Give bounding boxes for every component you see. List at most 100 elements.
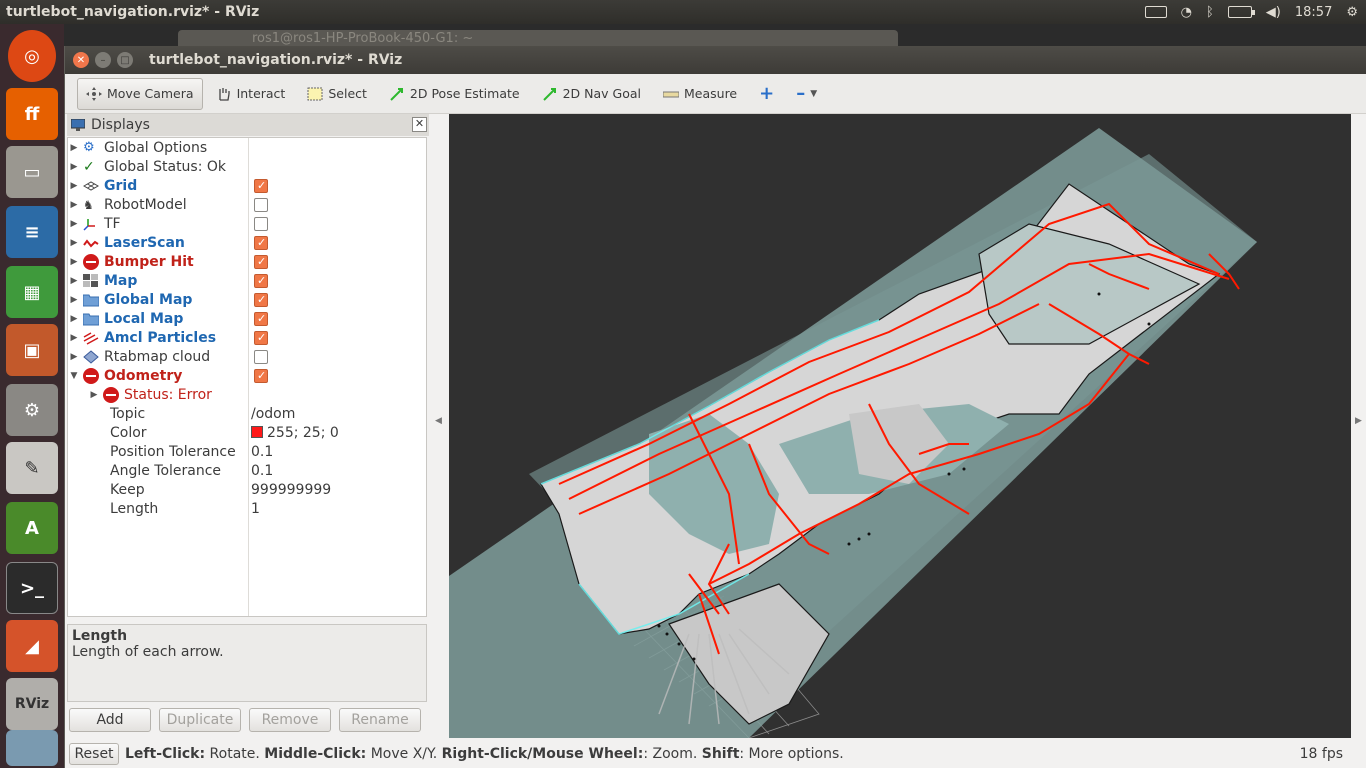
enable-checkbox[interactable] [254, 235, 268, 250]
property-row-color[interactable]: Color 255; 25; 0 [68, 423, 426, 442]
expand-arrow-icon[interactable]: ▶ [68, 200, 80, 210]
system-settings-icon[interactable]: ⚙ [6, 384, 58, 436]
display-item-rtabmap-cloud[interactable]: ▶ Rtabmap cloud [68, 347, 426, 366]
close-panel-button[interactable]: ✕ [412, 117, 427, 132]
enable-checkbox[interactable] [254, 254, 268, 269]
enable-checkbox[interactable] [254, 311, 268, 326]
power-gear-icon[interactable]: ⚙ [1346, 5, 1358, 20]
rviz-icon[interactable]: RViz [6, 678, 58, 730]
collapse-arrow-icon[interactable]: ▼ [68, 371, 80, 381]
display-item-global-options[interactable]: ▶ ⚙ Global Options [68, 138, 426, 157]
text-editor-icon[interactable]: ✎ [6, 442, 58, 494]
property-row-topic[interactable]: Topic /odom [68, 404, 426, 423]
property-value[interactable]: 0.1 [251, 444, 273, 460]
folder-icon [83, 313, 99, 325]
duplicate-display-button[interactable]: Duplicate [159, 708, 241, 732]
display-item-global-map[interactable]: ▶ Global Map [68, 290, 426, 309]
minimize-button[interactable]: – [95, 52, 111, 68]
expand-arrow-icon[interactable]: ▶ [68, 352, 80, 362]
enable-checkbox[interactable] [254, 197, 268, 212]
enable-checkbox[interactable] [254, 368, 268, 383]
render-viewport-3d[interactable] [449, 114, 1351, 738]
add-tool-button[interactable]: + [750, 78, 783, 110]
tool-move-camera[interactable]: Move Camera [77, 77, 203, 110]
property-value[interactable]: 999999999 [251, 482, 331, 498]
enable-checkbox[interactable] [254, 273, 268, 288]
display-item-grid[interactable]: ▶ Grid [68, 176, 426, 195]
expand-arrow-icon[interactable]: ▶ [88, 390, 100, 400]
right-panel-splitter[interactable]: ▶ [1351, 114, 1366, 738]
display-item-bumper-hit[interactable]: ▶ Bumper Hit [68, 252, 426, 271]
writer-icon[interactable]: ≡ [6, 206, 58, 258]
software-updater-icon[interactable]: A [6, 502, 58, 554]
expand-arrow-icon[interactable]: ▶ [68, 181, 80, 191]
enable-checkbox[interactable] [254, 292, 268, 307]
enable-checkbox[interactable] [254, 349, 268, 364]
expand-arrow-icon[interactable]: ▶ [68, 276, 80, 286]
keyboard-icon[interactable] [1144, 6, 1167, 18]
expand-arrow-icon[interactable]: ▶ [68, 238, 80, 248]
maximize-button[interactable]: □ [117, 52, 133, 68]
display-item-label: Global Map [104, 291, 193, 308]
expand-arrow-icon[interactable]: ▶ [68, 162, 80, 172]
status-bar: Reset Left-Click: Rotate. Middle-Click: … [65, 740, 1366, 768]
left-panel-splitter[interactable]: ◀ [431, 114, 449, 738]
color-swatch[interactable] [251, 425, 263, 438]
wifi-icon[interactable]: ◔ [1181, 5, 1192, 20]
rename-display-button[interactable]: Rename [339, 708, 421, 732]
enable-checkbox[interactable] [254, 330, 268, 345]
display-item-map[interactable]: ▶ Map [68, 271, 426, 290]
tool-2d-nav-goal[interactable]: 2D Nav Goal [533, 78, 650, 110]
clock[interactable]: 18:57 [1295, 5, 1332, 20]
expand-arrow-icon[interactable]: ▶ [68, 314, 80, 324]
tool-interact[interactable]: Interact [207, 78, 295, 110]
calc-icon[interactable]: ▦ [6, 266, 58, 318]
odometry-status-row[interactable]: ▶ Status: Error [68, 385, 426, 404]
property-row-angle-tolerance[interactable]: Angle Tolerance 0.1 [68, 461, 426, 480]
display-item-local-map[interactable]: ▶ Local Map [68, 309, 426, 328]
enable-checkbox[interactable] [254, 178, 268, 193]
enable-checkbox[interactable] [254, 216, 268, 231]
expand-arrow-icon[interactable]: ▶ [68, 333, 80, 343]
battery-icon[interactable] [1227, 6, 1255, 18]
bluetooth-icon[interactable]: ᛒ [1206, 5, 1214, 20]
display-item-global-status[interactable]: ▶ ✓ Global Status: Ok [68, 157, 426, 176]
expand-arrow-icon[interactable]: ▶ [68, 143, 80, 153]
tool-2d-pose-estimate[interactable]: 2D Pose Estimate [380, 78, 529, 110]
reset-button[interactable]: Reset [69, 743, 119, 765]
collapse-left-arrow-icon[interactable]: ◀ [435, 416, 442, 426]
display-item-robotmodel[interactable]: ▶ ♞ RobotModel [68, 195, 426, 214]
unity-launcher: ◎ ff ▭ ≡ ▦ ▣ ⚙ ✎ A >_ ◢ RViz [0, 24, 64, 768]
property-value[interactable]: /odom [251, 406, 295, 422]
expand-arrow-icon[interactable]: ▶ [68, 295, 80, 305]
expand-arrow-icon[interactable]: ▶ [68, 257, 80, 267]
collapse-right-arrow-icon[interactable]: ▶ [1355, 416, 1362, 426]
tool-select[interactable]: Select [298, 78, 376, 110]
display-item-laserscan[interactable]: ▶ LaserScan [68, 233, 426, 252]
display-item-amcl-particles[interactable]: ▶ Amcl Particles [68, 328, 426, 347]
property-row-length[interactable]: Length 1 [68, 499, 426, 518]
property-row-keep[interactable]: Keep 999999999 [68, 480, 426, 499]
property-value-color[interactable]: 255; 25; 0 [251, 425, 339, 441]
terminal-icon[interactable]: >_ [6, 562, 58, 614]
display-item-tf[interactable]: ▶ TF [68, 214, 426, 233]
impress-icon[interactable]: ▣ [6, 324, 58, 376]
window-title-bar[interactable]: ✕ – □ turtlebot_navigation.rviz* - RViz [65, 46, 1366, 74]
close-window-button[interactable]: ✕ [73, 52, 89, 68]
remove-tool-button[interactable]: – ▼ [787, 78, 826, 110]
ubuntu-dash-icon[interactable]: ◎ [8, 30, 56, 82]
expand-arrow-icon[interactable]: ▶ [68, 219, 80, 229]
display-item-label: Odometry [104, 367, 183, 384]
files-icon[interactable]: ▭ [6, 146, 58, 198]
firefox-icon[interactable]: ff [6, 88, 58, 140]
property-row-position-tolerance[interactable]: Position Tolerance 0.1 [68, 442, 426, 461]
add-display-button[interactable]: Add [69, 708, 151, 732]
volume-icon[interactable]: ◀) [1266, 5, 1281, 20]
property-value[interactable]: 1 [251, 501, 260, 517]
workspace-switcher-icon[interactable] [6, 730, 58, 766]
remove-display-button[interactable]: Remove [249, 708, 331, 732]
tool-measure[interactable]: Measure [654, 78, 746, 110]
matlab-icon[interactable]: ◢ [6, 620, 58, 672]
property-value[interactable]: 0.1 [251, 463, 273, 479]
display-item-odometry[interactable]: ▼ Odometry [68, 366, 426, 385]
